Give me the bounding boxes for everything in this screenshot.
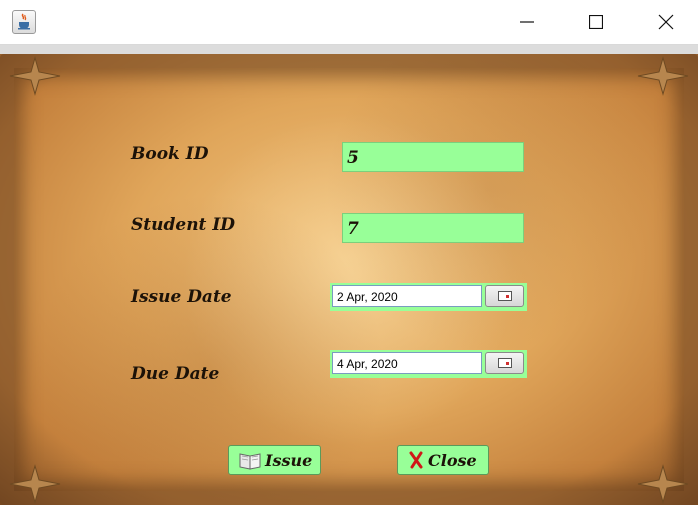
maximize-button[interactable]	[573, 0, 619, 44]
student-id-label: Student ID	[131, 215, 236, 235]
menu-strip	[0, 45, 698, 54]
corner-star-icon	[637, 464, 689, 504]
student-id-field[interactable]: 7	[342, 213, 524, 243]
parchment-border	[0, 54, 698, 505]
minimize-icon	[520, 21, 534, 23]
due-date-label: Due Date	[131, 364, 220, 384]
close-button[interactable]: Close	[397, 445, 489, 475]
calendar-icon	[497, 358, 512, 368]
book-id-field[interactable]: 5	[342, 142, 524, 172]
issue-date-input[interactable]: 2 Apr, 2020	[332, 285, 482, 307]
book-id-label: Book ID	[131, 144, 209, 164]
corner-star-icon	[9, 56, 61, 96]
issue-date-label: Issue Date	[131, 287, 232, 307]
title-bar	[0, 0, 698, 45]
parchment-panel: Book ID 5 Student ID 7 Issue Date 2 Apr,…	[0, 54, 698, 505]
due-date-picker: 4 Apr, 2020	[330, 350, 527, 378]
minimize-button[interactable]	[504, 0, 550, 44]
issue-date-picker: 2 Apr, 2020	[330, 283, 527, 311]
book-icon	[239, 453, 261, 470]
maximize-icon	[589, 15, 603, 29]
corner-star-icon	[9, 464, 61, 504]
due-date-calendar-button[interactable]	[485, 352, 524, 374]
window-close-button[interactable]	[643, 0, 689, 44]
close-button-label: Close	[428, 450, 477, 470]
corner-star-icon	[637, 56, 689, 96]
java-cup-icon[interactable]	[12, 10, 36, 34]
red-x-icon	[409, 451, 423, 469]
issue-button[interactable]: Issue	[228, 445, 321, 475]
due-date-input[interactable]: 4 Apr, 2020	[332, 352, 482, 374]
calendar-icon	[497, 291, 512, 301]
issue-date-calendar-button[interactable]	[485, 285, 524, 307]
close-icon	[658, 14, 674, 30]
issue-button-label: Issue	[265, 450, 313, 470]
